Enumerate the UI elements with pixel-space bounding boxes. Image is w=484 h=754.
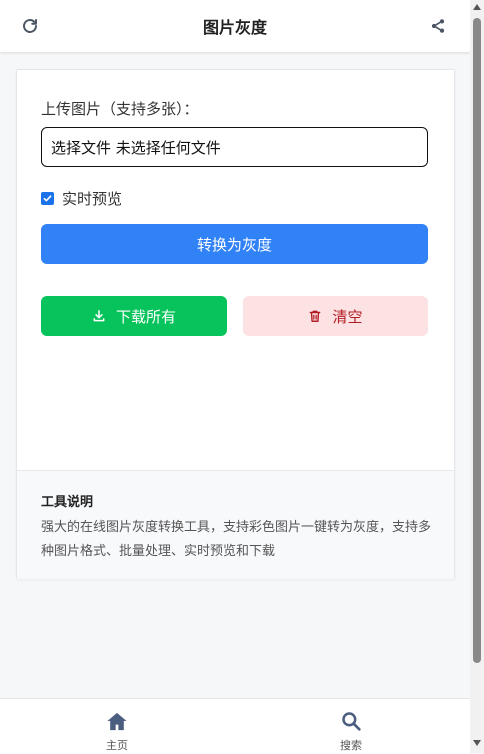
tool-info-section: 工具说明 强大的在线图片灰度转换工具，支持彩色图片一键转为灰度，支持多种图片格式…	[17, 470, 454, 579]
clear-label: 清空	[332, 307, 363, 326]
convert-button[interactable]: 转换为灰度	[41, 224, 428, 264]
nav-home[interactable]: 主页	[87, 711, 147, 753]
upload-label: 上传图片（支持多张）：	[41, 100, 199, 118]
download-all-button[interactable]: 下载所有	[41, 296, 227, 336]
nav-search-label: 搜索	[340, 739, 362, 752]
scroll-down-arrow-icon[interactable]	[473, 740, 481, 746]
scroll-up-arrow-icon[interactable]	[473, 4, 481, 10]
page-title: 图片灰度	[202, 18, 267, 37]
bottom-nav: 主页 搜索	[0, 698, 470, 754]
scrollbar[interactable]	[470, 0, 484, 753]
tool-card: 上传图片（支持多张）： 选择文件 未选择任何文件 实时预览 转换为灰度 下载所有…	[16, 69, 455, 579]
download-icon	[92, 309, 106, 323]
trash-icon	[308, 309, 322, 323]
file-input[interactable]: 选择文件 未选择任何文件	[41, 127, 428, 167]
preview-checkbox[interactable]	[41, 192, 54, 205]
nav-search[interactable]: 搜索	[321, 711, 381, 753]
download-label: 下载所有	[115, 307, 176, 326]
scrollbar-thumb[interactable]	[473, 18, 481, 663]
info-title: 工具说明	[41, 495, 94, 510]
search-icon	[341, 711, 361, 735]
preview-label: 实时预览	[62, 190, 123, 208]
share-icon[interactable]	[428, 16, 448, 36]
info-text: 强大的在线图片灰度转换工具，支持彩色图片一键转为灰度，支持多种图片格式、批量处理…	[41, 520, 432, 559]
nav-home-label: 主页	[106, 739, 128, 752]
refresh-icon[interactable]	[20, 16, 40, 36]
home-icon	[106, 711, 128, 735]
clear-button[interactable]: 清空	[243, 296, 428, 336]
top-app-bar: 图片灰度	[0, 0, 470, 52]
preview-toggle[interactable]: 实时预览	[41, 188, 122, 209]
